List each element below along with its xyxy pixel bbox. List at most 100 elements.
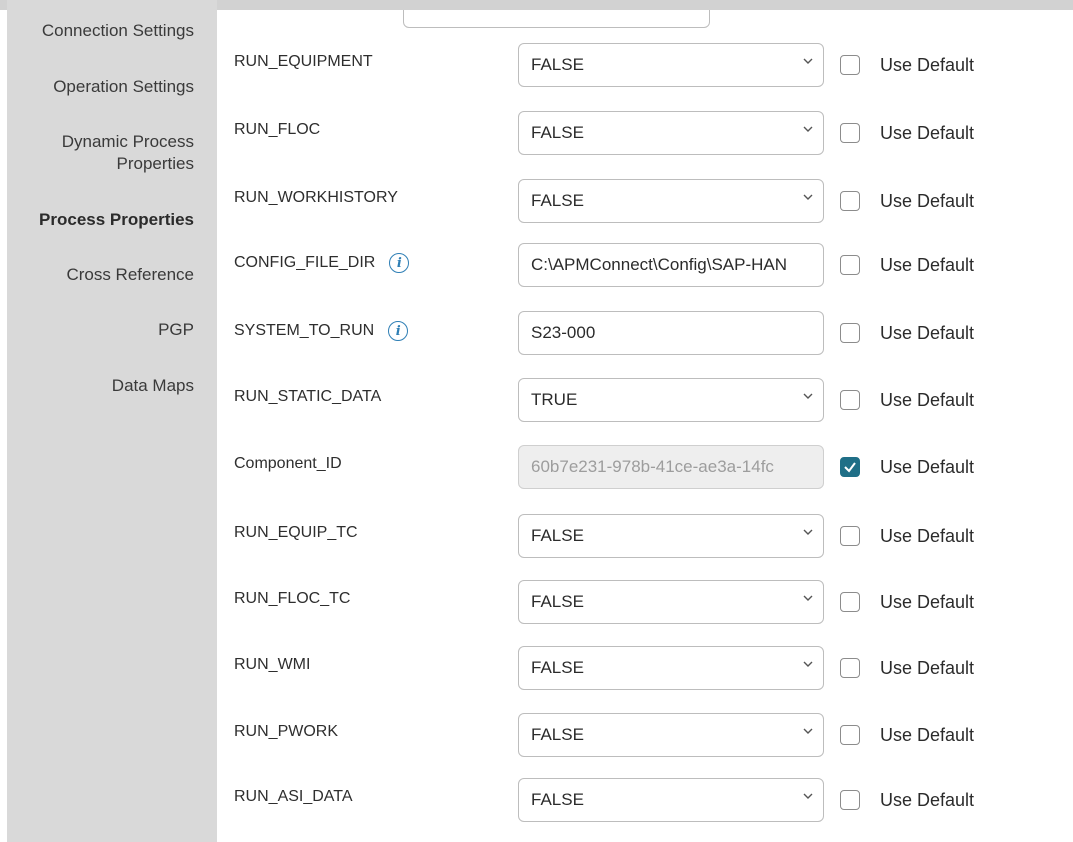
sidebar-item-connection-settings[interactable]: Connection Settings	[42, 20, 194, 42]
sidebar-item-operation-settings[interactable]: Operation Settings	[53, 76, 194, 98]
use-default-checkbox[interactable]	[840, 526, 860, 546]
property-name: RUN_WMI	[234, 656, 311, 673]
value-input[interactable]: C:\APMConnect\Config\SAP-HAN	[518, 243, 824, 287]
use-default-label: Use Default	[880, 390, 975, 410]
use-default-checkbox[interactable]	[840, 255, 860, 275]
chevron-down-icon	[803, 728, 813, 734]
property-name: RUN_ASI_DATA	[234, 788, 353, 805]
field-value: FALSE	[531, 658, 584, 677]
property-label: RUN_PWORK	[234, 723, 338, 741]
field-value: FALSE	[531, 55, 584, 74]
property-label: Component_ID	[234, 455, 342, 473]
checkmark-icon	[844, 462, 856, 473]
chevron-down-icon	[803, 661, 813, 667]
use-default-checkbox[interactable]	[840, 658, 860, 678]
sidebar-item-process-properties[interactable]: Process Properties	[39, 209, 194, 231]
info-icon[interactable]: i	[389, 253, 410, 273]
use-default-checkbox[interactable]	[840, 390, 860, 410]
property-row: SYSTEM_TO_RUN i S23-000 Use Default	[218, 311, 1073, 361]
property-name: SYSTEM_TO_RUN	[234, 322, 375, 339]
sidebar-item-pgp[interactable]: PGP	[158, 319, 194, 341]
property-name: RUN_FLOC_TC	[234, 590, 351, 607]
chevron-down-icon	[803, 126, 813, 132]
property-name: RUN_PWORK	[234, 723, 339, 740]
property-label: RUN_ASI_DATA	[234, 788, 353, 806]
settings-sidebar: Connection Settings Operation Settings D…	[7, 0, 217, 842]
sidebar-item-dynamic-process-properties[interactable]: Dynamic Process Properties	[62, 131, 194, 175]
property-name: RUN_STATIC_DATA	[234, 388, 382, 405]
property-label: CONFIG_FILE_DIR i	[234, 253, 410, 273]
field-value: FALSE	[531, 725, 584, 744]
property-row: RUN_EQUIP_TC FALSE Use Default	[218, 514, 1073, 564]
chevron-down-icon	[803, 793, 813, 799]
use-default-checkbox[interactable]	[840, 725, 860, 745]
use-default-label: Use Default	[880, 255, 975, 275]
use-default-checkbox[interactable]	[840, 323, 860, 343]
sidebar-item-data-maps[interactable]: Data Maps	[112, 375, 194, 397]
property-name: RUN_FLOC	[234, 121, 321, 138]
use-default-checkbox[interactable]	[840, 123, 860, 143]
process-properties-form: RUN_EQUIPMENT FALSE Use Default RUN_FLOC FAL…	[218, 10, 1073, 842]
chevron-down-icon	[803, 58, 813, 64]
property-label: RUN_STATIC_DATA	[234, 388, 381, 406]
field-value: TRUE	[531, 390, 578, 409]
value-input[interactable]: S23-000	[518, 311, 824, 355]
property-label: RUN_FLOC_TC	[234, 590, 350, 608]
value-dropdown[interactable]: FALSE	[518, 514, 824, 558]
field-value: FALSE	[531, 191, 584, 210]
use-default-label: Use Default	[880, 658, 975, 678]
property-row: RUN_FLOC_TC FALSE Use Default	[218, 580, 1073, 630]
property-label: RUN_WORKHISTORY	[234, 189, 398, 207]
previous-field-input[interactable]	[403, 10, 710, 28]
property-row: RUN_ASI_DATA FALSE Use Default	[218, 778, 1073, 828]
field-value: S23-000	[531, 323, 596, 342]
property-name: RUN_WORKHISTORY	[234, 189, 398, 206]
chevron-down-icon	[803, 595, 813, 601]
use-default-label: Use Default	[880, 725, 975, 745]
field-value: C:\APMConnect\Config\SAP-HAN	[531, 255, 788, 274]
use-default-checkbox[interactable]	[840, 592, 860, 612]
field-value: FALSE	[531, 123, 584, 142]
property-name: CONFIG_FILE_DIR	[234, 254, 376, 271]
sidebar-item-cross-reference[interactable]: Cross Reference	[66, 264, 194, 286]
field-value: FALSE	[531, 526, 584, 545]
readonly-value-field: 60b7e231-978b-41ce-ae3a-14fc	[518, 445, 824, 489]
property-label: RUN_EQUIP_TC	[234, 524, 358, 542]
property-name: RUN_EQUIP_TC	[234, 524, 358, 541]
value-dropdown[interactable]: FALSE	[518, 179, 824, 223]
property-label: RUN_FLOC	[234, 121, 320, 139]
chevron-down-icon	[803, 194, 813, 200]
field-value: FALSE	[531, 790, 584, 809]
use-default-label: Use Default	[880, 790, 975, 810]
property-name: RUN_EQUIPMENT	[234, 53, 373, 70]
property-row: RUN_EQUIPMENT FALSE Use Default	[218, 43, 1073, 93]
field-value: FALSE	[531, 592, 584, 611]
value-dropdown[interactable]: FALSE	[518, 646, 824, 690]
property-row: CONFIG_FILE_DIR i C:\APMConnect\Config\SAP…	[218, 243, 1073, 293]
property-row: Component_ID 60b7e231-978b-41ce-ae3a-14fc…	[218, 445, 1073, 495]
property-label: RUN_WMI	[234, 656, 310, 674]
use-default-label: Use Default	[880, 526, 975, 546]
use-default-checkbox[interactable]	[840, 790, 860, 810]
use-default-checkbox[interactable]	[840, 55, 860, 75]
field-value: 60b7e231-978b-41ce-ae3a-14fc	[531, 457, 774, 476]
value-dropdown[interactable]: FALSE	[518, 713, 824, 757]
value-dropdown[interactable]: FALSE	[518, 778, 824, 822]
value-dropdown[interactable]: TRUE	[518, 378, 824, 422]
value-dropdown[interactable]: FALSE	[518, 580, 824, 624]
chevron-down-icon	[803, 393, 813, 399]
use-default-checkbox[interactable]	[840, 457, 860, 477]
use-default-label: Use Default	[880, 55, 975, 75]
use-default-label: Use Default	[880, 592, 975, 612]
value-dropdown[interactable]: FALSE	[518, 111, 824, 155]
property-row: RUN_STATIC_DATA TRUE Use Default	[218, 378, 1073, 428]
use-default-label: Use Default	[880, 323, 975, 343]
use-default-label: Use Default	[880, 123, 975, 143]
use-default-checkbox[interactable]	[840, 191, 860, 211]
property-row: RUN_FLOC FALSE Use Default	[218, 111, 1073, 161]
property-row: RUN_WMI FALSE Use Default	[218, 646, 1073, 696]
property-name: Component_ID	[234, 455, 342, 472]
value-dropdown[interactable]: FALSE	[518, 43, 824, 87]
info-icon[interactable]: i	[388, 321, 409, 341]
property-label: RUN_EQUIPMENT	[234, 53, 373, 71]
